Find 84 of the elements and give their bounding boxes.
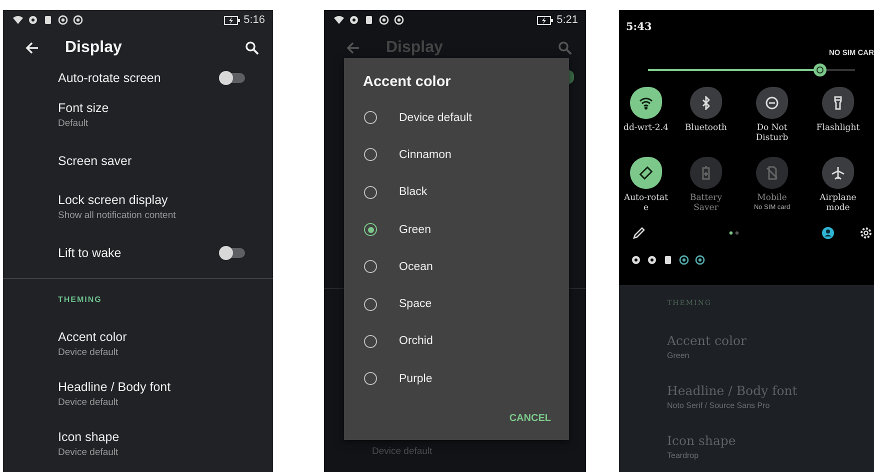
circle-icon (58, 15, 68, 25)
option-label: Space (399, 298, 432, 310)
settings-item[interactable]: Screen saver (3, 140, 273, 182)
radio-button[interactable] (364, 260, 377, 274)
dialog-title: Accent color (363, 74, 451, 90)
battery-charging-icon (536, 16, 553, 24)
settings-item[interactable]: Icon shape Device default (3, 419, 273, 469)
quick-tile[interactable] (630, 157, 662, 189)
settings-item[interactable]: Lock screen display Show all notification content (3, 182, 273, 232)
quick-tile[interactable] (756, 87, 788, 119)
settings-item[interactable]: Headline / Body font Device default (3, 369, 273, 419)
search-icon[interactable] (245, 41, 259, 55)
circle-icon (73, 15, 83, 25)
sd-card-icon (663, 255, 673, 265)
radio-option[interactable]: Black (344, 174, 569, 211)
settings-item[interactable]: Lift to wake (3, 232, 273, 274)
tile-label: dd-wrt-2.4 (622, 124, 670, 134)
rotate-icon (639, 166, 653, 180)
airplane-icon (831, 166, 845, 180)
battery-charging-icon (224, 16, 240, 24)
brightness-slider[interactable] (648, 63, 855, 77)
radio-button[interactable] (364, 334, 377, 348)
sd-card-icon (364, 15, 374, 25)
radio-option[interactable]: Space (344, 285, 569, 323)
search-icon (558, 41, 572, 55)
circle-icon (394, 15, 404, 25)
edit-icon[interactable] (633, 227, 645, 239)
back-arrow-icon[interactable] (25, 41, 39, 55)
radio-option[interactable]: Device default (344, 99, 569, 136)
toggle-switch[interactable] (221, 248, 245, 258)
tile-label: Auto-rotat e (622, 194, 670, 214)
radio-button[interactable] (364, 223, 377, 236)
status-time: 5:43 (626, 21, 652, 33)
option-label: Black (399, 186, 428, 198)
tile-label: Do Not Disturb (754, 124, 790, 144)
status-time: 5:21 (556, 14, 578, 26)
radio-button[interactable] (364, 186, 377, 199)
radio-option[interactable]: Orchid (344, 322, 569, 360)
radio-button[interactable] (364, 372, 377, 386)
screen-title: Display (65, 39, 123, 57)
page-dots-icon (728, 231, 740, 235)
quick-tile[interactable] (822, 87, 854, 119)
brightness-thumb-icon[interactable] (812, 63, 827, 77)
option-label: Ocean (399, 260, 433, 273)
toggle-switch[interactable] (221, 73, 245, 83)
settings-item[interactable]: Font size Default (3, 90, 273, 140)
circle-icon (695, 255, 705, 265)
wifi-icon (13, 15, 23, 25)
user-icon[interactable] (822, 227, 834, 239)
radio-button[interactable] (364, 298, 377, 311)
radio-button[interactable] (364, 111, 377, 124)
option-label: Device default (399, 112, 472, 124)
quick-tile[interactable] (630, 87, 662, 119)
do-not-disturb-icon (765, 96, 779, 110)
radio-button[interactable] (364, 148, 377, 162)
no-sim-icon (765, 166, 779, 180)
wifi-icon (334, 15, 344, 25)
radio-option[interactable]: Purple (344, 360, 569, 398)
wifi-icon (639, 96, 653, 110)
tile-label: Flashlight (815, 124, 861, 134)
settings-icon[interactable] (860, 227, 872, 239)
option-label: Green (399, 224, 431, 236)
back-arrow-icon (346, 41, 360, 55)
tile-label: Airplane mode (818, 194, 858, 214)
option-label: Purple (399, 372, 432, 385)
cancel-button[interactable]: CANCEL (505, 409, 555, 428)
item-summary: Device default (372, 446, 432, 457)
tile-label: Mobile (756, 194, 788, 204)
option-label: Cinnamon (399, 148, 452, 161)
settings-item[interactable]: Auto-rotate screen (3, 66, 273, 90)
sd-card-icon (43, 15, 53, 25)
radio-option[interactable]: Ocean (344, 248, 569, 286)
quick-tile[interactable] (822, 157, 854, 189)
circle-icon (379, 15, 389, 25)
tile-label: Battery Saver (688, 194, 724, 214)
section-header: THEMING (58, 294, 102, 304)
radio-option[interactable]: Cinnamon (344, 136, 569, 174)
radio-option[interactable]: Green (344, 210, 569, 248)
quick-tile[interactable] (690, 87, 722, 119)
circle-icon (679, 255, 689, 265)
status-time: 5:16 (244, 14, 265, 26)
settings-item[interactable]: Accent color Device default (3, 319, 273, 369)
option-label: Orchid (399, 335, 433, 348)
tile-label: Bluetooth (684, 124, 728, 134)
